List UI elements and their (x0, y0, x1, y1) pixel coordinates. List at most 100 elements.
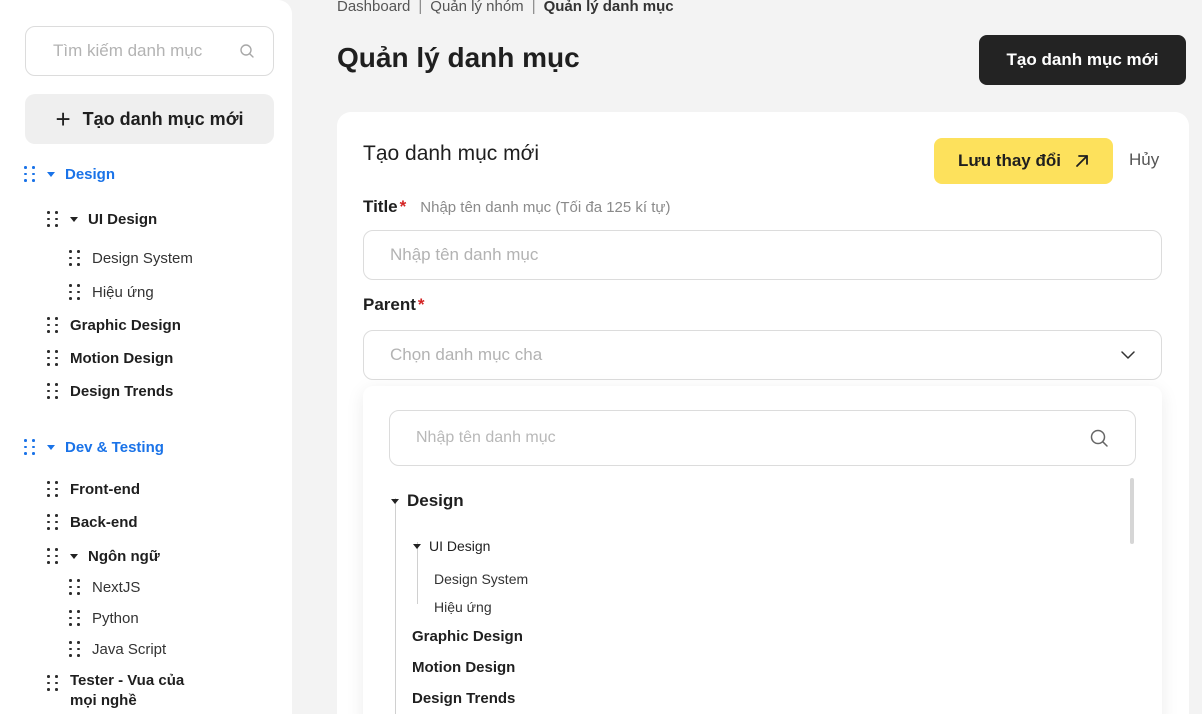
sidebar-search[interactable] (25, 26, 274, 76)
dropdown-scrollbar[interactable] (1130, 478, 1134, 544)
dropdown-item-hieu-ung[interactable]: Hiệu ứng (434, 597, 492, 617)
tree-item-label: UI Design (88, 210, 158, 228)
tree-item-design[interactable]: Design (24, 162, 115, 186)
dropdown-item-label: Graphic Design (412, 627, 523, 645)
tree-item-dev-testing[interactable]: Dev & Testing (24, 435, 164, 459)
dropdown-item-design-system[interactable]: Design System (434, 569, 528, 589)
tree-item-label: Dev & Testing (65, 438, 164, 456)
drag-handle-icon[interactable] (47, 383, 58, 399)
dropdown-item-ui-design[interactable]: UI Design (413, 536, 490, 556)
search-icon[interactable] (239, 43, 255, 59)
dropdown-item-label: Design System (434, 571, 529, 587)
breadcrumb-dashboard[interactable]: Dashboard (337, 0, 410, 15)
breadcrumb: Dashboard | Quản lý nhóm | Quản lý danh … (337, 0, 674, 15)
tree-item-tester[interactable]: Tester - Vua của mọi nghề (47, 671, 184, 711)
tree-item-label: Motion Design (70, 349, 174, 367)
dropdown-item-label: Motion Design (412, 658, 516, 676)
title-field-hint: Nhập tên danh mục (Tối đa 125 kí tự) (420, 199, 671, 216)
cancel-button[interactable]: Hủy (1129, 150, 1159, 170)
drag-handle-icon[interactable] (47, 350, 58, 366)
tree-item-ui-design[interactable]: UI Design (47, 207, 157, 231)
drag-handle-icon[interactable] (47, 481, 58, 497)
dropdown-search[interactable] (389, 410, 1136, 466)
tree-item-label-line2: mọi nghề (70, 692, 137, 709)
page-title: Quản lý danh mục (337, 42, 580, 73)
required-mark: * (417, 295, 425, 314)
drag-handle-icon[interactable] (69, 579, 80, 595)
drag-handle-icon[interactable] (69, 250, 80, 266)
drag-handle-icon[interactable] (69, 284, 80, 300)
dropdown-item-label: Design Trends (412, 689, 516, 707)
plus-icon: + (55, 104, 71, 134)
caret-down-icon[interactable] (47, 444, 55, 450)
caret-down-icon[interactable] (70, 553, 78, 559)
tree-item-label: Ngôn ngữ (88, 547, 160, 565)
tree-item-label: Java Script (92, 640, 167, 658)
create-category-button[interactable]: Tạo danh mục mới (979, 35, 1186, 85)
dropdown-item-design[interactable]: Design (391, 490, 464, 512)
dropdown-item-design-trends[interactable]: Design Trends (412, 688, 515, 708)
breadcrumb-separator: | (418, 0, 423, 15)
tree-item-label-line1: Tester - Vua của (70, 672, 185, 689)
save-changes-button[interactable]: Lưu thay đổi (934, 138, 1113, 184)
dropdown-item-label: Hiệu ứng (434, 599, 492, 615)
sidebar-create-category-button[interactable]: + Tạo danh mục mới (25, 94, 274, 144)
caret-down-icon[interactable] (70, 216, 78, 222)
caret-down-icon[interactable] (413, 543, 421, 549)
drag-handle-icon[interactable] (47, 675, 58, 691)
create-category-card: Tạo danh mục mới Lưu thay đổi Hủy Title … (337, 112, 1189, 714)
tree-item-back-end[interactable]: Back-end (47, 510, 138, 534)
tree-item-ngon-ngu[interactable]: Ngôn ngữ (47, 544, 160, 568)
title-input[interactable] (363, 230, 1162, 280)
caret-down-icon[interactable] (47, 171, 55, 177)
parent-dropdown: Design UI Design Design System Hiệu ứng … (363, 386, 1162, 714)
tree-item-label: Hiệu ứng (92, 283, 154, 301)
tree-item-design-system[interactable]: Design System (69, 246, 193, 270)
dropdown-item-graphic-design[interactable]: Graphic Design (412, 626, 523, 646)
tree-item-graphic-design[interactable]: Graphic Design (47, 313, 181, 337)
drag-handle-icon[interactable] (24, 439, 35, 455)
required-mark: * (399, 197, 407, 216)
dropdown-item-motion-design[interactable]: Motion Design (412, 657, 515, 677)
tree-item-label: Design Trends (70, 382, 174, 400)
dropdown-item-label: UI Design (429, 538, 491, 554)
card-title: Tạo danh mục mới (363, 142, 540, 165)
tree-item-nextjs[interactable]: NextJS (69, 575, 140, 599)
tree-item-label: NextJS (92, 578, 141, 596)
title-label-text: Title (363, 197, 398, 216)
tree-item-label: Back-end (70, 513, 138, 531)
caret-down-icon[interactable] (391, 498, 399, 504)
drag-handle-icon[interactable] (47, 317, 58, 333)
breadcrumb-group-management[interactable]: Quản lý nhóm (430, 0, 523, 15)
dropdown-search-input[interactable] (416, 429, 1016, 447)
parent-select[interactable]: Chọn danh mục cha (363, 330, 1162, 380)
tree-guide-line (395, 498, 396, 714)
tree-item-label: Python (92, 609, 139, 627)
breadcrumb-current: Quản lý danh mục (543, 0, 674, 15)
search-icon[interactable] (1089, 428, 1109, 448)
chevron-down-icon[interactable] (1121, 351, 1135, 359)
drag-handle-icon[interactable] (47, 514, 58, 530)
parent-select-placeholder: Chọn danh mục cha (390, 345, 543, 364)
tree-item-python[interactable]: Python (69, 606, 139, 630)
tree-item-design-trends[interactable]: Design Trends (47, 379, 173, 403)
sidebar-search-input[interactable] (53, 41, 233, 61)
dropdown-item-label: Design (407, 491, 464, 510)
tree-item-java-script[interactable]: Java Script (69, 637, 166, 661)
tree-item-label: Design (65, 165, 116, 183)
drag-handle-icon[interactable] (47, 211, 58, 227)
sidebar-create-category-label: Tạo danh mục mới (82, 108, 244, 129)
breadcrumb-separator: | (531, 0, 536, 15)
sidebar: + Tạo danh mục mới Design UI Design Desi… (0, 0, 292, 714)
arrow-up-right-icon (1076, 155, 1088, 167)
save-changes-label: Lưu thay đổi (958, 151, 1061, 170)
tree-item-label: Front-end (70, 480, 140, 498)
tree-item-motion-design[interactable]: Motion Design (47, 346, 173, 370)
tree-item-front-end[interactable]: Front-end (47, 477, 140, 501)
drag-handle-icon[interactable] (24, 166, 35, 182)
drag-handle-icon[interactable] (47, 548, 58, 564)
parent-field-label: Parent * (363, 295, 425, 315)
drag-handle-icon[interactable] (69, 610, 80, 626)
drag-handle-icon[interactable] (69, 641, 80, 657)
tree-item-hieu-ung[interactable]: Hiệu ứng (69, 280, 154, 304)
